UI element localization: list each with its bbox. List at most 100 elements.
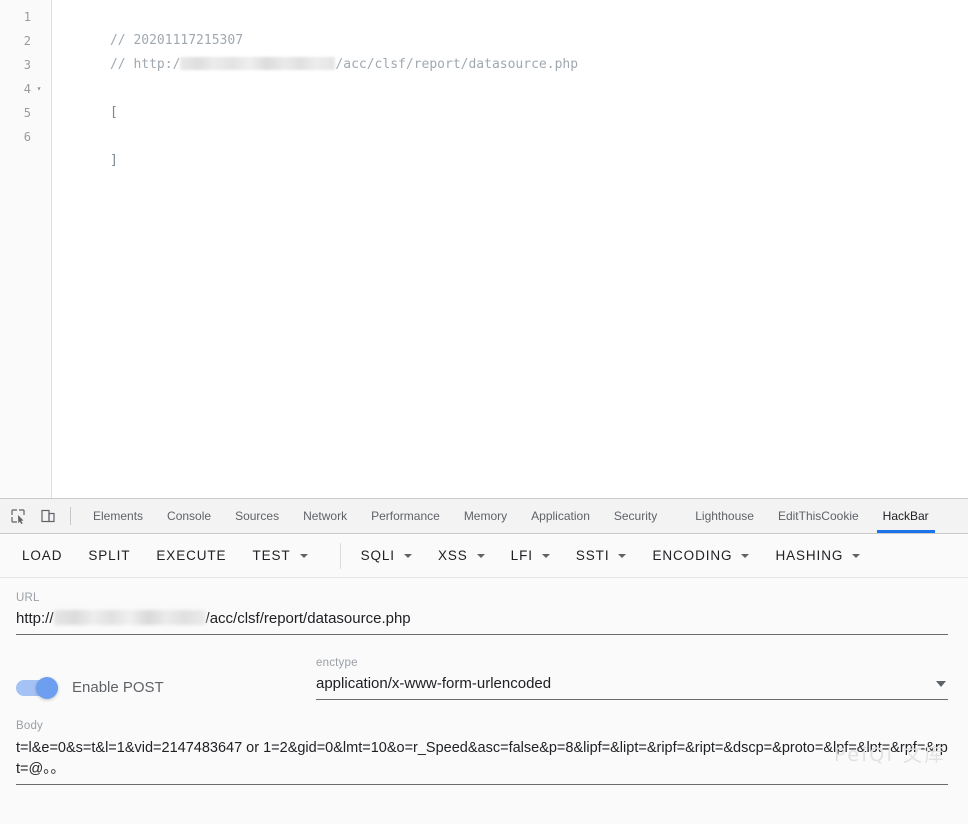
button-label: SPLIT — [88, 548, 130, 563]
enable-post-toggle-group[interactable]: Enable POST — [16, 679, 316, 700]
inspect-element-icon[interactable] — [8, 506, 28, 526]
button-label: LOAD — [22, 548, 62, 563]
watermark: PeiQi 文库 — [834, 740, 946, 767]
chevron-down-icon — [542, 554, 550, 558]
toolbar-divider — [340, 543, 341, 569]
enctype-value: application/x-www-form-urlencoded — [316, 675, 551, 699]
post-settings-row: Enable POST enctype application/x-www-fo… — [0, 635, 968, 700]
execute-button[interactable]: EXECUTE — [156, 548, 240, 563]
line-number: 5 — [9, 101, 31, 125]
code-line-6: ] — [63, 125, 968, 149]
gutter-row: 6 — [0, 125, 51, 149]
comment-url-path: /acc/clsf/report/datasource.php — [335, 57, 578, 72]
code-editor-pane: 1 2 3 4 ▾ 5 6 // 20201117215307 // http: — [0, 0, 968, 498]
devtools-icon-group — [0, 499, 66, 533]
chevron-down-icon — [936, 681, 946, 687]
button-label: ENCODING — [652, 548, 732, 563]
redacted-host-blur — [180, 57, 335, 70]
line-number: 3 — [9, 53, 31, 77]
test-menu-button[interactable]: TEST — [252, 548, 321, 563]
enctype-label: enctype — [316, 657, 948, 669]
button-label: HASHING — [775, 548, 843, 563]
toggle-knob — [36, 677, 58, 699]
button-label: SSTI — [576, 548, 610, 563]
chevron-down-icon — [741, 554, 749, 558]
gutter-row: 3 — [0, 53, 51, 77]
body-textarea-underline — [16, 784, 948, 785]
editor-line-number-gutter: 1 2 3 4 ▾ 5 6 — [0, 0, 52, 498]
tab-network[interactable]: Network — [291, 499, 359, 533]
chevron-down-icon — [300, 554, 308, 558]
tab-label: Network — [303, 509, 347, 523]
tab-label: Elements — [93, 509, 143, 523]
line-number: 2 — [9, 29, 31, 53]
code-line-4: [ — [63, 77, 968, 101]
button-label: EXECUTE — [156, 548, 226, 563]
tab-label: Console — [167, 509, 211, 523]
gutter-row: 1 — [0, 5, 51, 29]
tab-label: EditThisCookie — [778, 509, 859, 523]
chevron-down-icon — [404, 554, 412, 558]
enable-post-toggle[interactable] — [16, 680, 58, 696]
chevron-down-icon — [852, 554, 860, 558]
tab-security[interactable]: Security — [602, 499, 669, 533]
json-close-bracket: ] — [110, 153, 118, 168]
json-open-bracket: [ — [110, 105, 118, 120]
toolbar-divider — [70, 507, 71, 525]
comment-url-prefix: // http:/ — [110, 57, 180, 72]
enctype-field-group: enctype application/x-www-form-urlencode… — [316, 657, 948, 700]
code-line-5 — [63, 101, 968, 125]
button-label: SQLI — [361, 548, 395, 563]
tab-hackbar[interactable]: HackBar — [871, 499, 941, 533]
tab-elements[interactable]: Elements — [81, 499, 155, 533]
editor-code-area[interactable]: // 20201117215307 // http:/ /acc/clsf/rep… — [52, 0, 968, 498]
tab-label: Security — [614, 509, 657, 523]
enable-post-label: Enable POST — [72, 679, 164, 696]
ssti-menu-button[interactable]: SSTI — [576, 548, 641, 563]
body-field-group: Body t=l&e=0&s=t&l=1&vid=2147483647 or 1… — [0, 700, 968, 785]
url-field-group: URL http:///acc/clsf/report/datasource.p… — [0, 578, 968, 635]
button-label: LFI — [511, 548, 533, 563]
tab-memory[interactable]: Memory — [452, 499, 519, 533]
device-toolbar-icon[interactable] — [38, 506, 58, 526]
body-label: Body — [16, 720, 948, 732]
lfi-menu-button[interactable]: LFI — [511, 548, 564, 563]
devtools-tabs: Elements Console Sources Network Perform… — [73, 499, 941, 533]
url-label: URL — [16, 592, 948, 604]
sqli-menu-button[interactable]: SQLI — [361, 548, 426, 563]
devtools-tab-bar: Elements Console Sources Network Perform… — [0, 498, 968, 534]
line-number: 6 — [9, 125, 31, 149]
url-input[interactable]: http:///acc/clsf/report/datasource.php — [16, 610, 948, 634]
hackbar-panel: LOAD SPLIT EXECUTE TEST SQLI XSS LFI SST… — [0, 534, 968, 824]
tab-label: Lighthouse — [695, 509, 754, 523]
tab-label: HackBar — [883, 509, 929, 523]
tab-console[interactable]: Console — [155, 499, 223, 533]
chevron-down-icon — [477, 554, 485, 558]
line-number: 1 — [9, 5, 31, 29]
tab-editthiscookie[interactable]: EditThisCookie — [766, 499, 871, 533]
gutter-row: 4 ▾ — [0, 77, 51, 101]
tab-performance[interactable]: Performance — [359, 499, 452, 533]
tab-label: Performance — [371, 509, 440, 523]
body-textarea[interactable]: t=l&e=0&s=t&l=1&vid=2147483647 or 1=2&gi… — [16, 738, 948, 784]
comment-timestamp: // 20201117215307 — [110, 33, 243, 48]
tab-lighthouse[interactable]: Lighthouse — [683, 499, 766, 533]
code-line-1: // 20201117215307 — [63, 5, 968, 29]
button-label: XSS — [438, 548, 468, 563]
line-number: 4 — [9, 77, 31, 101]
load-button[interactable]: LOAD — [22, 548, 76, 563]
tab-sources[interactable]: Sources — [223, 499, 291, 533]
tab-label: Application — [531, 509, 590, 523]
xss-menu-button[interactable]: XSS — [438, 548, 499, 563]
chevron-down-icon — [618, 554, 626, 558]
url-scheme: http:// — [16, 610, 54, 627]
tab-label: Sources — [235, 509, 279, 523]
enctype-select[interactable]: application/x-www-form-urlencoded — [316, 675, 948, 699]
gutter-row: 2 — [0, 29, 51, 53]
encoding-menu-button[interactable]: ENCODING — [652, 548, 763, 563]
hashing-menu-button[interactable]: HASHING — [775, 548, 874, 563]
tab-label: Memory — [464, 509, 507, 523]
split-button[interactable]: SPLIT — [88, 548, 144, 563]
fold-collapse-arrow-icon[interactable]: ▾ — [31, 77, 47, 101]
tab-application[interactable]: Application — [519, 499, 602, 533]
